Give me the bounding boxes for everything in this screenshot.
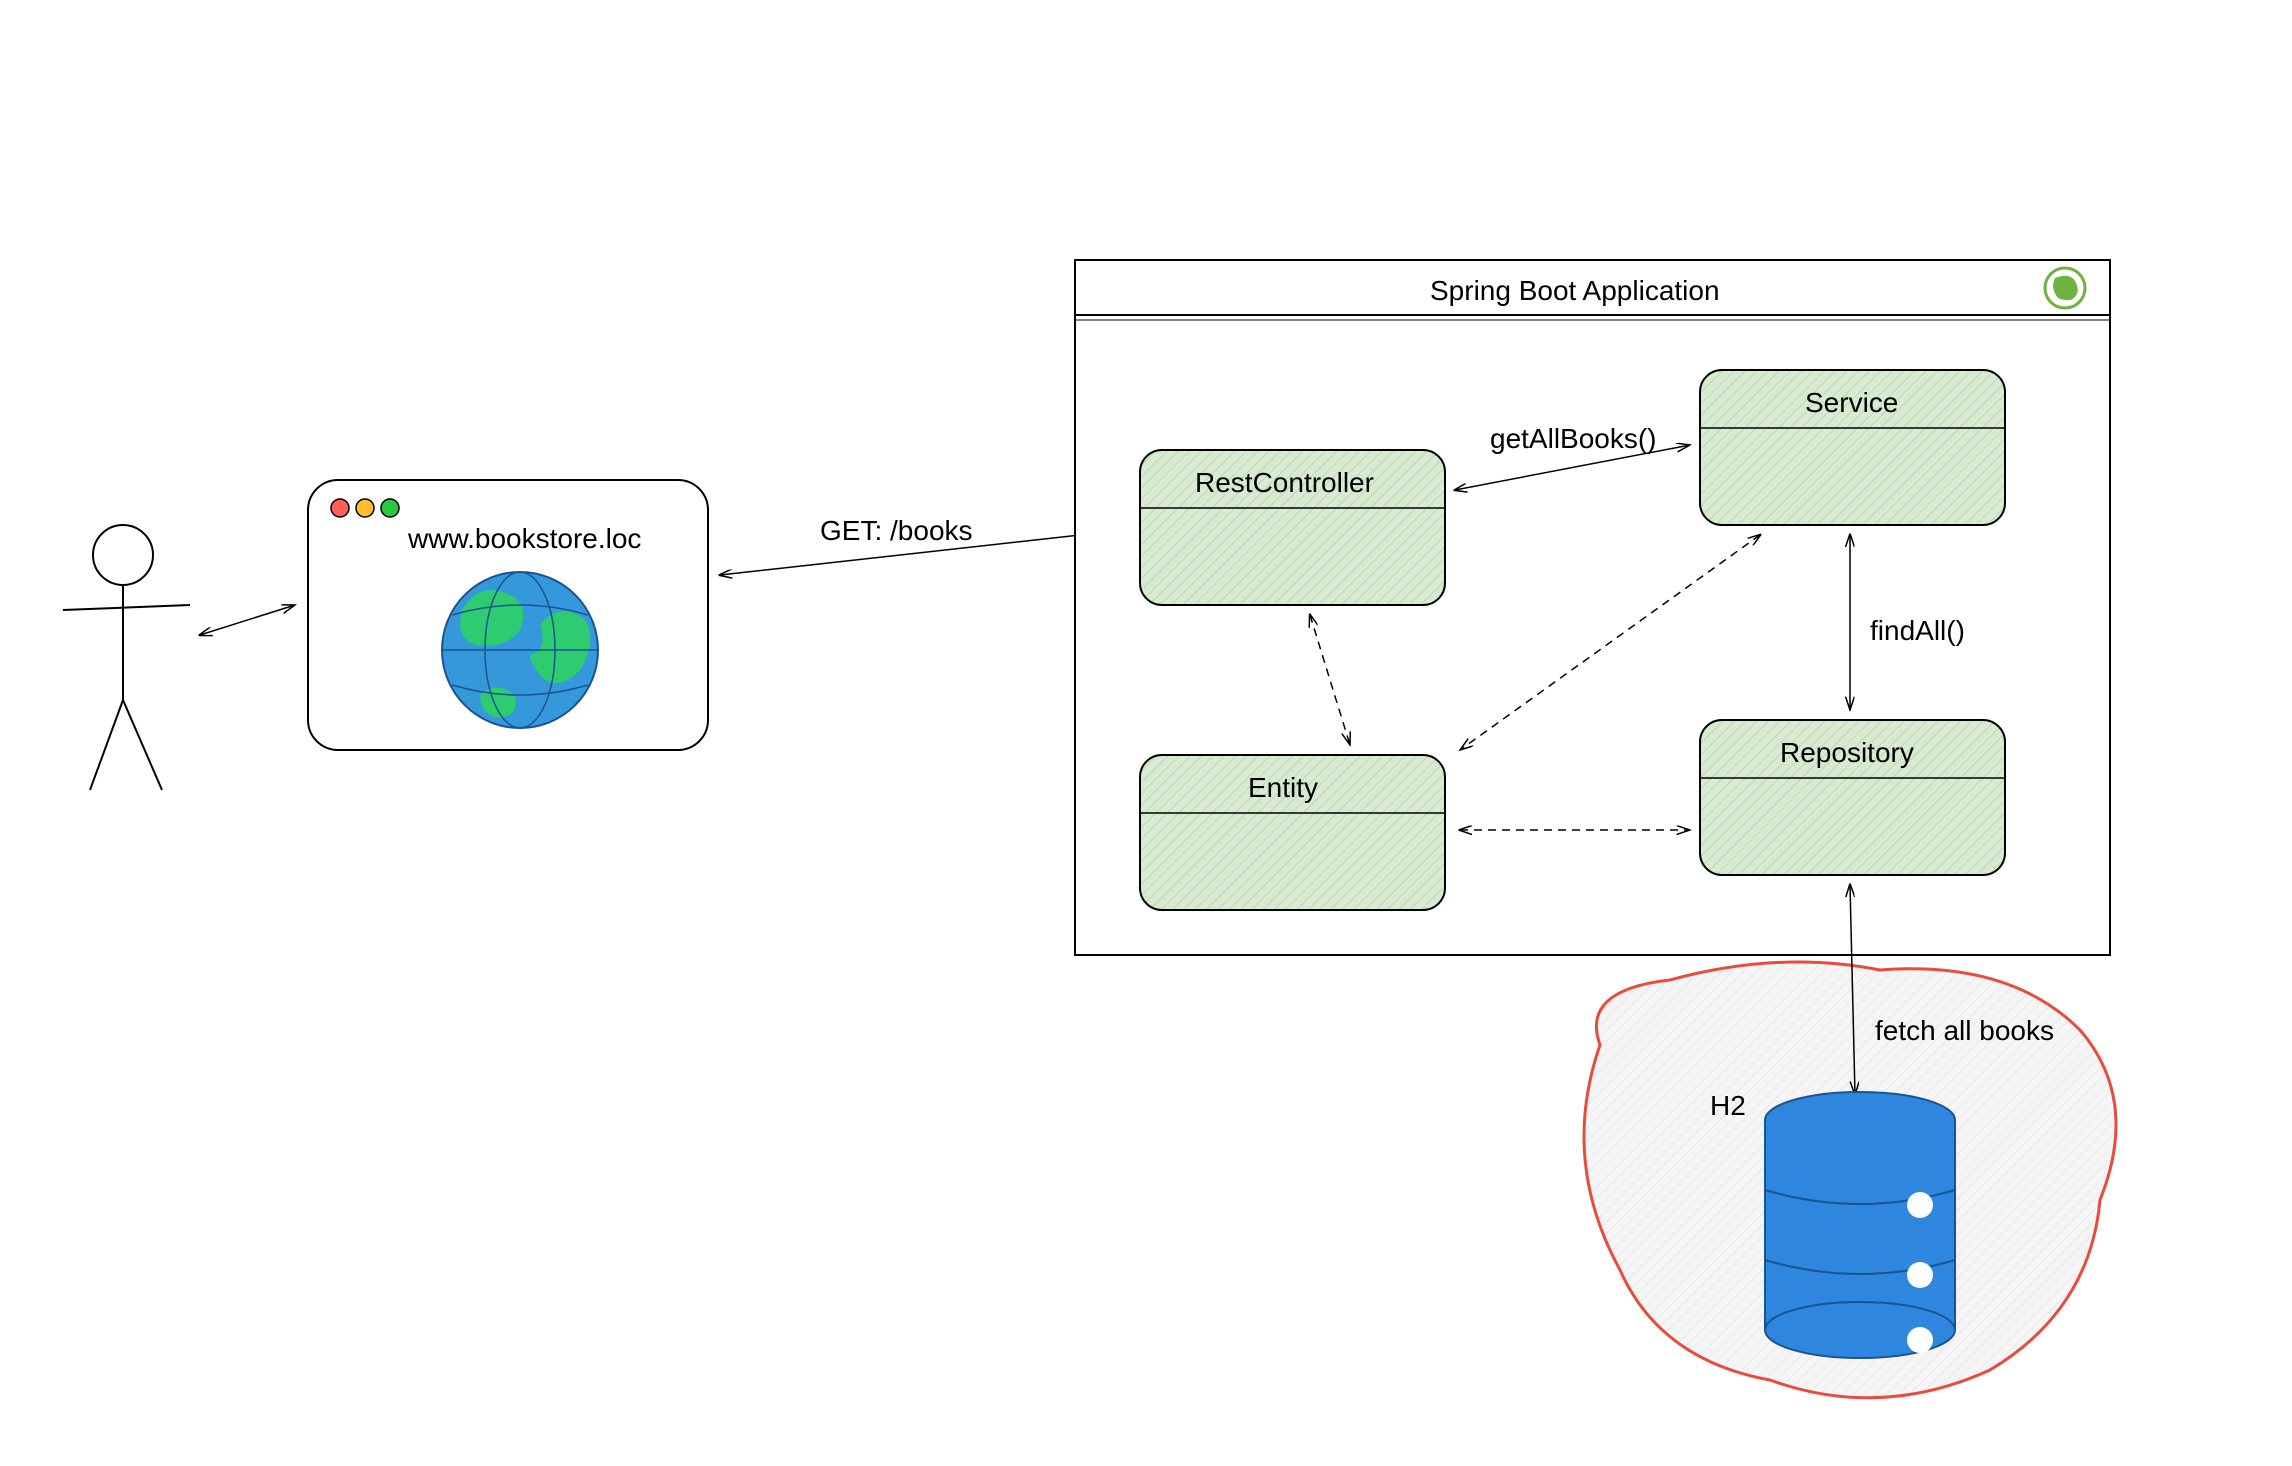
spring-app-title: Spring Boot Application	[1430, 275, 1720, 306]
db-label: H2	[1710, 1090, 1746, 1121]
arrow-label-get-books: GET: /books	[820, 515, 973, 546]
arrow-browser-controller: GET: /books	[720, 515, 1125, 575]
restcontroller-label: RestController	[1195, 467, 1374, 498]
entity-label: Entity	[1248, 772, 1318, 803]
browser-window: www.bookstore.loc	[308, 480, 708, 750]
arrow-label-findall: findAll()	[1870, 615, 1965, 646]
arrow-label-getallbooks: getAllBooks()	[1490, 423, 1657, 454]
database-icon	[1765, 1092, 1955, 1358]
arrow-label-fetch: fetch all books	[1875, 1015, 2054, 1046]
browser-url: www.bookstore.loc	[407, 523, 641, 554]
arrow-user-browser	[200, 605, 295, 635]
repository-label: Repository	[1780, 737, 1914, 768]
service-label: Service	[1805, 387, 1898, 418]
component-repository: Repository	[1700, 720, 2005, 875]
component-restcontroller: RestController	[1140, 450, 1445, 605]
actor-user	[63, 525, 190, 790]
component-service: Service	[1700, 370, 2005, 525]
component-entity: Entity	[1140, 755, 1445, 910]
globe-icon	[442, 572, 598, 728]
